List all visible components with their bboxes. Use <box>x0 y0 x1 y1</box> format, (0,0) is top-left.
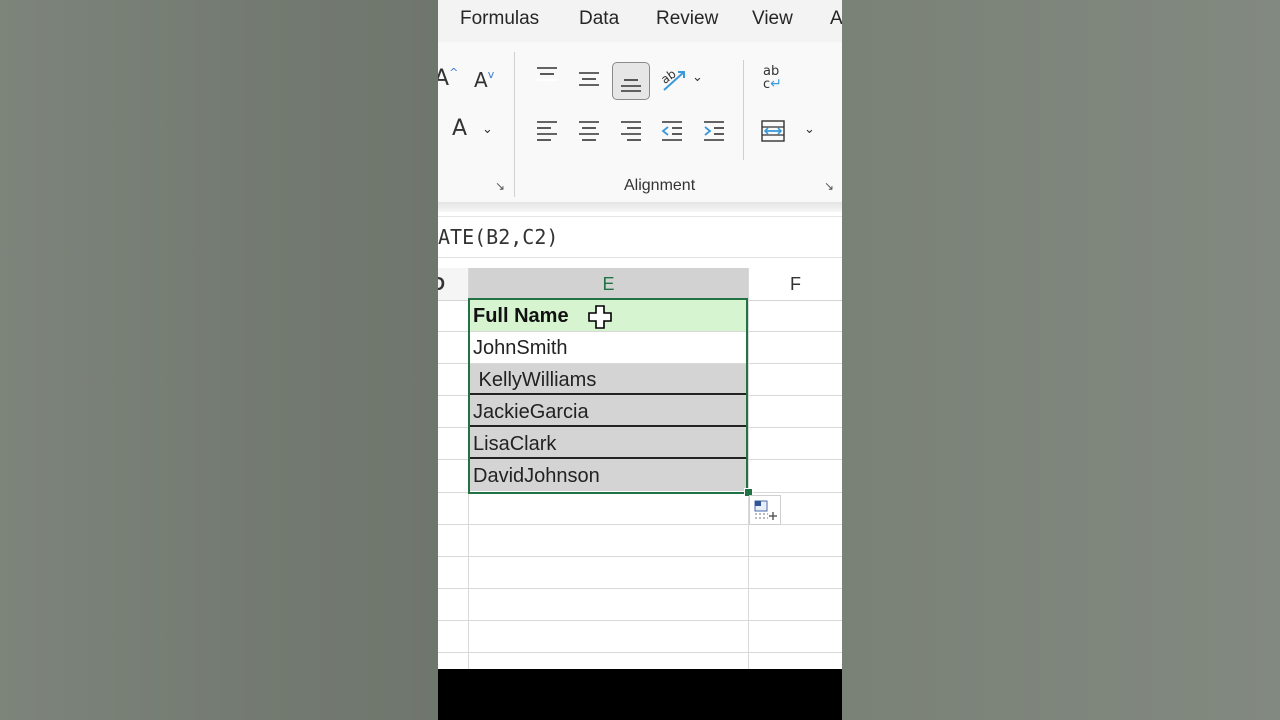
formula-bar[interactable]: ATE(B2,C2) <box>438 216 842 258</box>
middle-align-icon[interactable] <box>577 69 601 89</box>
align-center-icon[interactable] <box>577 120 601 142</box>
cell-select-cursor-icon <box>588 305 612 329</box>
orientation-icon[interactable]: ab <box>660 66 688 92</box>
gridline <box>438 652 842 653</box>
background-right <box>842 0 1280 720</box>
tab-automate-partial[interactable]: A <box>830 8 842 30</box>
gridline <box>438 588 842 589</box>
gridline <box>438 524 842 525</box>
column-header-e[interactable]: E <box>469 268 748 302</box>
tab-data[interactable]: Data <box>579 8 619 30</box>
letterbox-bottom <box>438 669 842 720</box>
alignment-dialog-launcher-icon[interactable]: ↘ <box>824 180 836 192</box>
align-right-icon[interactable] <box>619 120 643 142</box>
cell-e3[interactable]: KellyWilliams <box>469 364 748 395</box>
align-left-icon[interactable] <box>535 120 559 142</box>
cell-e5[interactable]: LisaClark <box>469 428 748 459</box>
gridline <box>438 620 842 621</box>
font-dialog-launcher-icon[interactable]: ↘ <box>495 180 507 192</box>
gridline <box>438 492 842 493</box>
cell-e6[interactable]: DavidJohnson <box>469 460 748 491</box>
bottom-align-icon <box>621 79 641 92</box>
merge-dropdown-icon[interactable]: ⌄ <box>804 122 815 137</box>
ribbon-shadow <box>438 202 842 212</box>
cell-e2[interactable]: JohnSmith <box>469 332 748 363</box>
increase-font-size-icon[interactable]: A^ <box>438 66 458 91</box>
top-align-icon[interactable] <box>535 65 559 85</box>
font-color-dropdown-icon[interactable]: ⌄ <box>482 122 493 137</box>
bottom-align-button[interactable] <box>612 62 650 100</box>
gridline <box>748 268 749 669</box>
column-header-d[interactable]: D <box>438 268 468 301</box>
excel-window: Formulas Data Review View A A^ Av A ⌄ ↘ <box>438 0 842 720</box>
orientation-dropdown-icon[interactable]: ⌄ <box>692 70 703 85</box>
ribbon: A^ Av A ⌄ ↘ ab ⌄ ↘ Alignment ab c↵ ⌄ <box>438 42 842 202</box>
ribbon-separator <box>514 52 515 197</box>
tab-formulas[interactable]: Formulas <box>460 8 539 30</box>
font-color-icon[interactable]: A <box>452 116 467 141</box>
tab-review[interactable]: Review <box>656 8 718 30</box>
ribbon-separator <box>743 60 744 160</box>
wrap-text-icon[interactable]: ab c↵ <box>763 65 793 91</box>
flash-fill-options-button[interactable] <box>749 495 781 525</box>
gridline <box>438 556 842 557</box>
background-left <box>0 0 438 720</box>
decrease-indent-icon[interactable] <box>660 120 684 142</box>
alignment-group-label: Alignment <box>624 177 696 194</box>
ribbon-tab-bar: Formulas Data Review View A <box>438 0 842 42</box>
flash-fill-icon <box>754 500 777 520</box>
column-header-f[interactable]: F <box>749 268 842 301</box>
decrease-font-size-icon[interactable]: Av <box>474 68 494 92</box>
svg-text:ab: ab <box>660 67 679 87</box>
tab-view[interactable]: View <box>752 8 793 30</box>
increase-indent-icon[interactable] <box>702 120 726 142</box>
merge-center-icon[interactable] <box>760 119 786 143</box>
cell-e4[interactable]: JackieGarcia <box>469 396 748 427</box>
formula-text[interactable]: ATE(B2,C2) <box>438 225 558 249</box>
